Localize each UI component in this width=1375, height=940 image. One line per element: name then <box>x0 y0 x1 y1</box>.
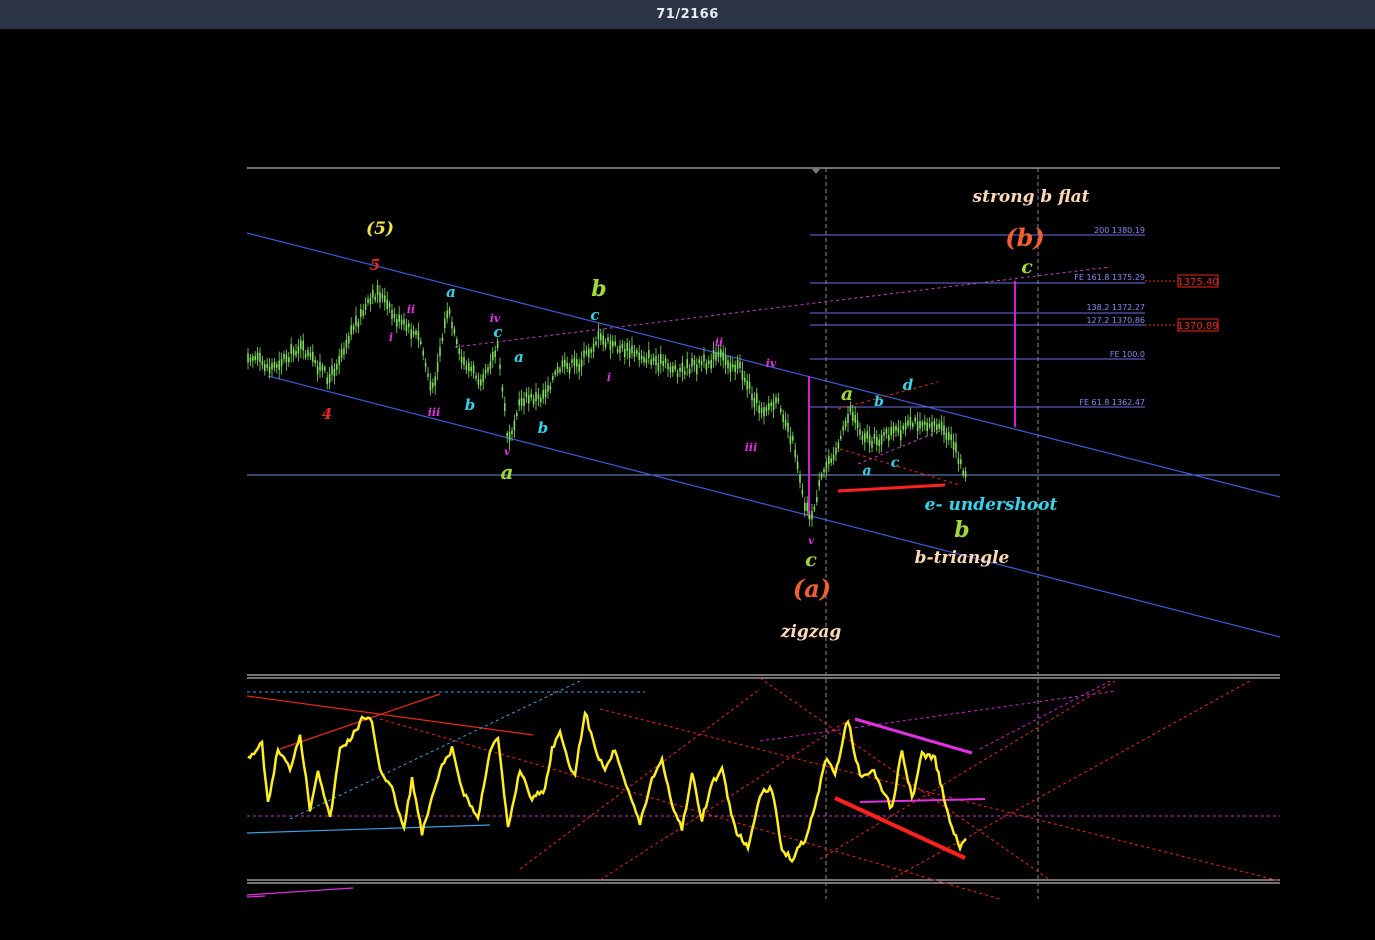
frame-counter: 71/2166 <box>656 7 719 22</box>
wave-label-5-paren: (5) <box>366 219 394 239</box>
wave-label-v-1: v <box>504 447 510 458</box>
chart-area[interactable]: .wl { font-family:"DejaVu Serif", serif;… <box>0 29 1375 940</box>
wave-label-iv-2: iv <box>766 357 777 370</box>
wave-label-a-top: a <box>446 283 456 301</box>
fib-label-138-2: 138.2 1372.27 <box>1086 303 1145 312</box>
chart-canvas[interactable]: .wl { font-family:"DejaVu Serif", serif;… <box>0 29 1375 940</box>
wave-label-b-green-1: b <box>591 276 606 302</box>
wave-label-i-2: i <box>607 371 611 384</box>
wave-label-b-1: b <box>465 396 476 414</box>
wave-label-ii-2: ii <box>715 336 723 349</box>
wave-label-v-2: v <box>808 536 814 547</box>
label-e-undershoot: e- undershoot <box>925 495 1058 515</box>
fib-label-127-2: 127.2 1370.86 <box>1086 316 1145 325</box>
wave-label-ii-1: ii <box>407 303 415 316</box>
wave-label-c-green-2: c <box>1021 256 1033 278</box>
wave-label-c-3: c <box>891 455 900 471</box>
wave-label-a-green-2: a <box>841 383 853 405</box>
wave-label-c-1: c <box>493 323 502 341</box>
undershoot-line[interactable] <box>837 483 946 493</box>
title-bar: 71/2166 <box>0 0 1375 29</box>
wave-labels: (5) 5 4 a ii i iii b iv c v a a b b c i … <box>322 187 1090 642</box>
fib-label-61-8: FE 61.8 1362.47 <box>1079 398 1145 407</box>
wave-label-5: 5 <box>370 256 380 274</box>
wave-label-b-paren: (b) <box>1005 223 1045 252</box>
wave-label-b-3: b <box>874 394 884 410</box>
fib-label-161-8: FE 161.8 1375.29 <box>1074 273 1145 282</box>
wave-label-b-2: b <box>538 419 549 437</box>
fib-label-100: FE 100.0 <box>1110 350 1145 359</box>
price-tag-1-text: 1375.40 <box>1177 277 1218 288</box>
wave-label-a-1: a <box>514 348 524 366</box>
price-tag-2-text: 1370.89 <box>1177 321 1218 332</box>
wave-label-a-paren: (a) <box>793 574 831 603</box>
wave-label-b-green-2: b <box>954 517 969 543</box>
wave-label-c-2: c <box>590 306 599 324</box>
wave-label-iii-2: iii <box>745 441 758 454</box>
wave-label-i-1: i <box>389 331 393 344</box>
wave-label-c-green-1: c <box>805 549 817 571</box>
wave-label-4: 4 <box>322 405 332 423</box>
wave-label-d: d <box>903 376 914 394</box>
wave-label-a-green-1: a <box>501 460 514 484</box>
fib-label-200: 200 1380.19 <box>1094 226 1145 235</box>
label-zigzag: zigzag <box>780 622 842 642</box>
dashed-trend-line[interactable] <box>454 266 1111 348</box>
wave-label-iii-1: iii <box>428 406 441 419</box>
price-channel[interactable] <box>246 232 1281 638</box>
label-b-triangle: b-triangle <box>915 548 1010 568</box>
wave-label-a-2: a <box>862 463 871 479</box>
channel-lower-line[interactable] <box>267 375 1281 638</box>
label-strong-b-flat: strong b flat <box>972 187 1090 207</box>
